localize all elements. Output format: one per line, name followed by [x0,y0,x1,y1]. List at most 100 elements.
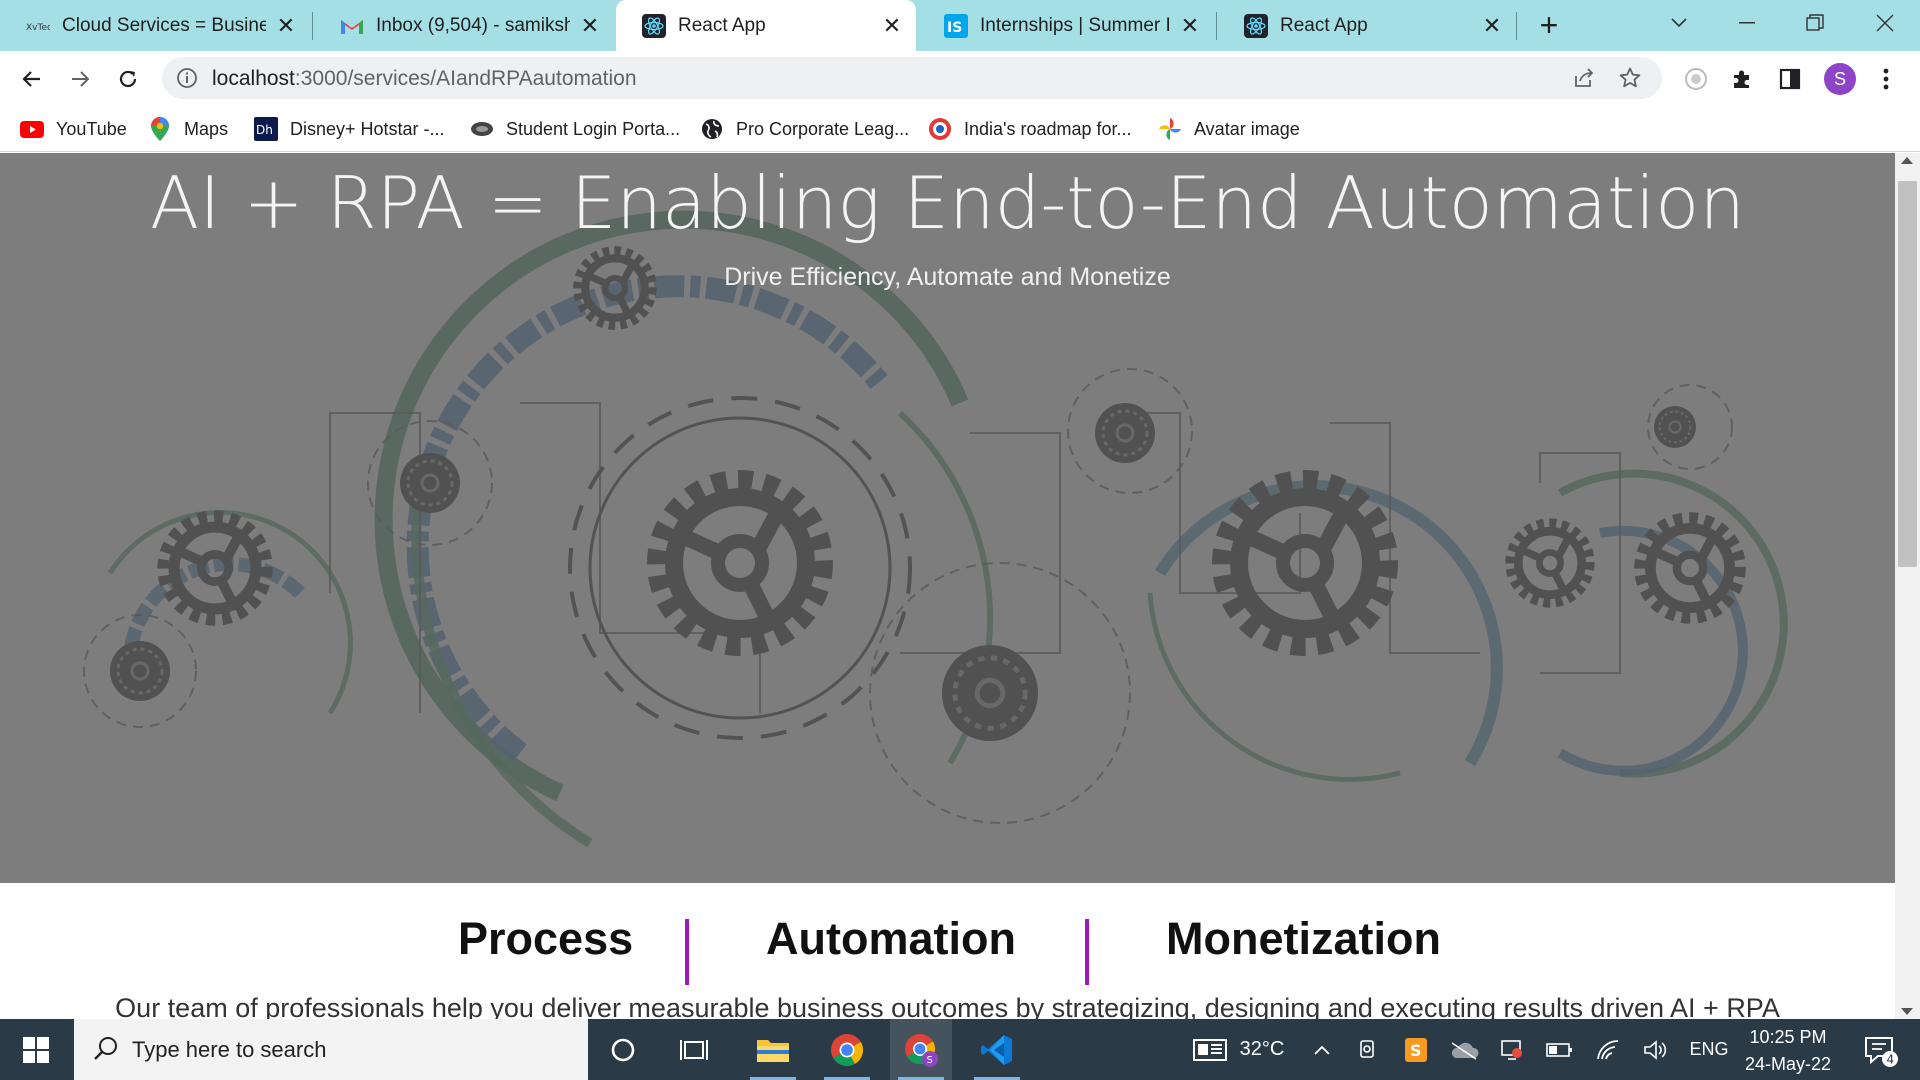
tab-strip: XvTech Cloud Services = Business ✕ Inbox… [0,0,1920,51]
volume-icon[interactable] [1638,1019,1674,1080]
display-sync-icon[interactable] [1494,1019,1530,1080]
close-icon[interactable]: ✕ [274,13,298,38]
cortana-icon[interactable] [592,1019,654,1080]
tab-separator [312,12,313,40]
battery-icon[interactable] [1542,1019,1578,1080]
start-button[interactable] [0,1019,72,1080]
news-widget-icon[interactable] [1186,1019,1234,1080]
pillar-divider [685,919,689,985]
tab-react-app-active[interactable]: React App ✕ [616,0,916,51]
chrome-icon[interactable] [816,1019,878,1080]
file-explorer-icon[interactable] [742,1019,804,1080]
search-placeholder: Type here to search [132,1037,327,1062]
google-photos-icon [1158,117,1182,141]
tab-separator [1516,12,1517,40]
hotstar-icon: Dh [254,117,278,141]
pillar-automation: Automation [766,913,1016,964]
clock-time: 10:25 PM [1749,1027,1827,1047]
chrome-profile-icon[interactable]: S [890,1019,952,1080]
bookmark-maps[interactable]: Maps [148,116,228,142]
bookmark-star-icon[interactable] [1618,66,1642,90]
chevron-up-icon[interactable] [1304,1019,1340,1080]
globe-icon [700,117,724,141]
sublime-text-icon[interactable]: S [1398,1019,1434,1080]
hero-title: AI + RPA = Enabling End-to-End Automatio… [150,161,1745,245]
close-icon[interactable]: ✕ [1178,13,1202,38]
bookmark-student-login[interactable]: Student Login Porta... [470,116,680,142]
student-portal-icon [470,117,494,141]
tab-react-app[interactable]: React App ✕ [1218,0,1516,51]
youtube-icon [20,117,44,141]
bookmark-label: Avatar image [1194,118,1300,139]
tab-gmail-inbox[interactable]: Inbox (9,504) - samikshak ✕ [314,0,614,51]
internshala-icon: IS [944,13,968,38]
react-icon [1244,13,1268,38]
tab-title: Cloud Services = Business [62,14,266,36]
bookmark-label: Disney+ Hotstar -... [290,118,445,139]
bookmark-pro-corporate[interactable]: Pro Corporate Leag... [700,116,909,142]
bookmarks-bar: YouTube Maps Dh Disney+ Hotstar -... Stu… [0,106,1920,152]
hero-subtitle: Drive Efficiency, Automate and Monetize [724,263,1171,291]
menu-kebab-icon[interactable] [1872,65,1900,93]
tab-title: React App [678,14,766,36]
bookmark-youtube[interactable]: YouTube [20,116,127,142]
address-bar[interactable]: localhost:3000/services/AIandRPAautomati… [162,57,1662,99]
xvtech-favicon: XvTech [26,14,50,38]
meet-now-icon[interactable] [1350,1019,1386,1080]
bookmark-label: Student Login Porta... [506,118,681,139]
react-icon [642,13,666,38]
close-window-button[interactable] [1856,0,1914,46]
reload-button[interactable] [108,59,148,99]
notification-center-icon[interactable]: 4 [1862,1031,1900,1069]
svg-text:4: 4 [1887,1053,1895,1067]
extension-record-icon[interactable] [1682,65,1710,93]
share-icon[interactable] [1572,66,1596,90]
close-icon[interactable]: ✕ [578,13,602,38]
vscode-icon[interactable] [966,1019,1028,1080]
bookmark-india-roadmap[interactable]: India's roadmap for... [928,116,1132,142]
svg-text:XvTech: XvTech [26,23,50,33]
gmail-icon [340,14,364,38]
svg-text:S: S [927,1055,933,1066]
weather-temperature[interactable]: 32°C [1234,1019,1290,1080]
svg-text:Dh: Dh [256,123,273,137]
site-info-icon[interactable] [176,67,198,89]
new-tab-button[interactable]: + [1532,7,1566,43]
taskbar-search-box[interactable]: Type here to search [74,1019,588,1080]
tab-internships[interactable]: IS Internships | Summer Inte ✕ [918,0,1214,51]
url-text: localhost:3000/services/AIandRPAautomati… [212,67,637,90]
scroll-up-arrow-icon[interactable] [1901,157,1913,164]
taskbar-clock[interactable]: 10:25 PM 24-May-22 [1724,1024,1852,1078]
page-scrollbar[interactable] [1895,153,1920,1019]
wifi-icon[interactable] [1590,1019,1626,1080]
roadmap-icon [928,117,952,141]
side-panel-icon[interactable] [1776,65,1804,93]
restore-button[interactable] [1786,0,1844,46]
scroll-down-arrow-icon[interactable] [1901,1008,1913,1015]
bookmark-hotstar[interactable]: Dh Disney+ Hotstar -... [254,116,445,142]
back-button[interactable] [12,59,52,99]
task-view-icon[interactable] [664,1019,726,1080]
tab-title: React App [1280,14,1368,36]
bookmark-avatar-image[interactable]: Avatar image [1158,116,1300,142]
browser-toolbar: localhost:3000/services/AIandRPAautomati… [0,51,1920,106]
minimize-button[interactable] [1718,0,1776,46]
profile-avatar[interactable]: S [1824,63,1856,95]
windows-logo-icon [23,1036,49,1063]
search-icon [94,1037,117,1060]
tab-title: Inbox (9,504) - samikshak [376,14,570,36]
onedrive-icon[interactable] [1446,1019,1482,1080]
services-description: Our team of professionals help you deliv… [115,993,1780,1019]
close-icon[interactable]: ✕ [1480,13,1504,38]
close-icon[interactable]: ✕ [880,13,904,38]
page-viewport: AI + RPA = Enabling End-to-End Automatio… [0,153,1895,1019]
svg-text:S: S [1410,1041,1422,1060]
pillar-divider [1085,919,1089,985]
maps-icon [148,117,172,141]
scrollbar-thumb[interactable] [1898,181,1917,567]
tab-cloud-services[interactable]: XvTech Cloud Services = Business ✕ [0,0,310,51]
tab-search-chevron-icon[interactable] [1650,0,1708,46]
bookmark-label: Maps [184,118,229,139]
extensions-puzzle-icon[interactable] [1728,65,1756,93]
forward-button[interactable] [60,59,100,99]
